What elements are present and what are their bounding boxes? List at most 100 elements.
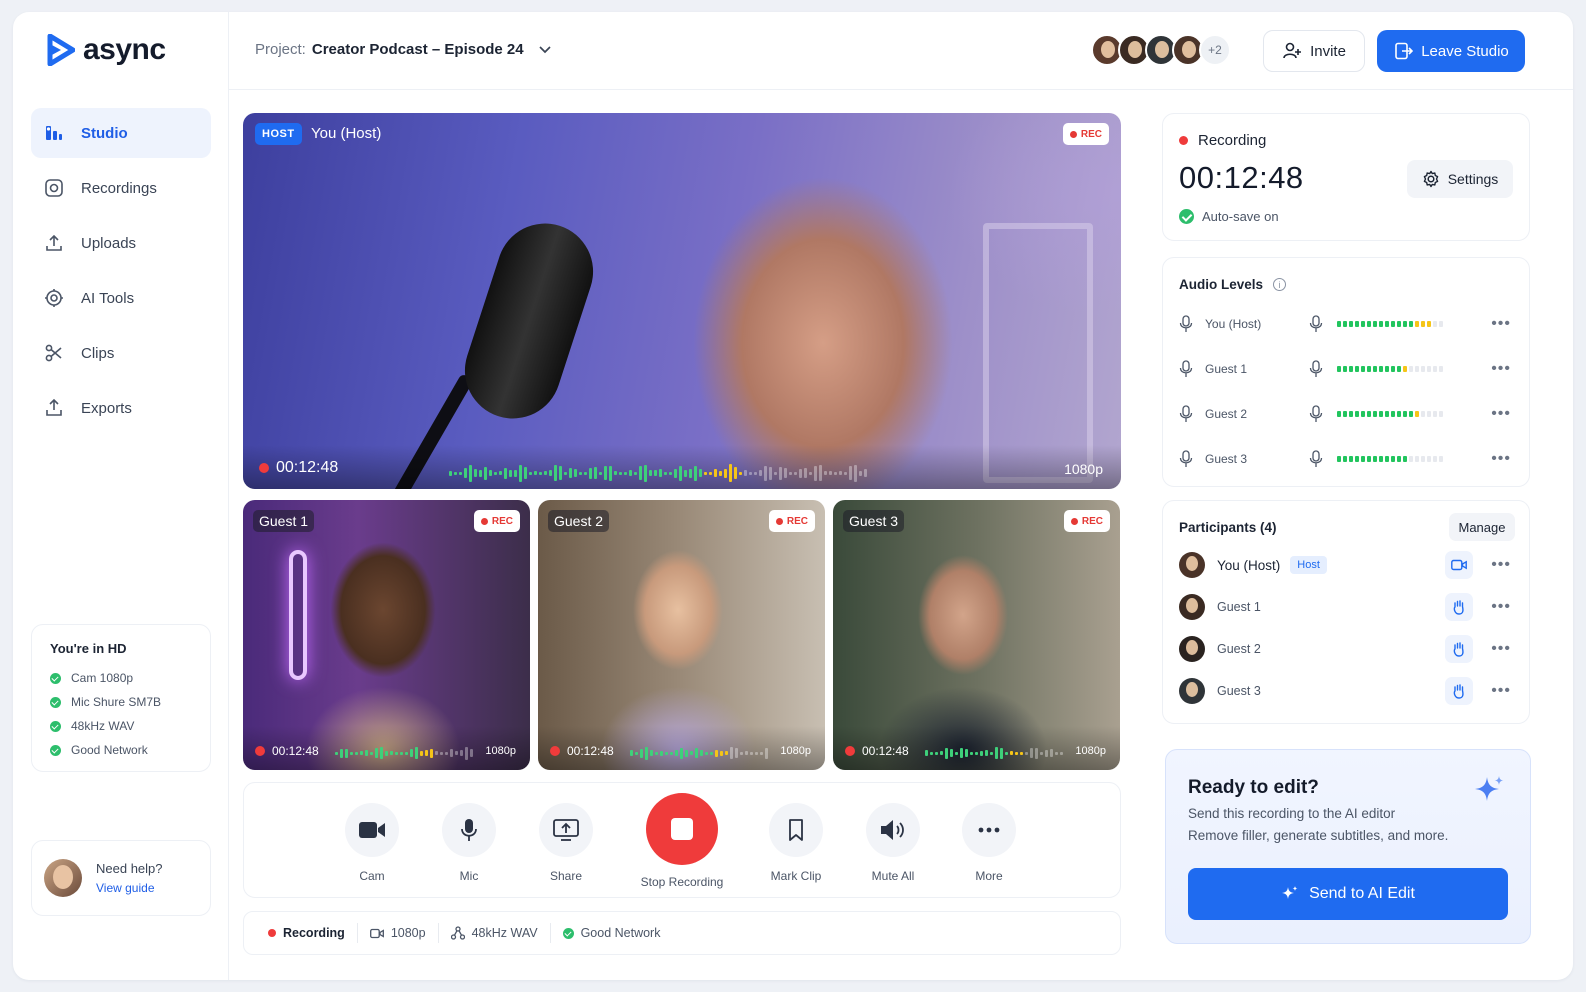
project-selector[interactable]: Project: Creator Podcast – Episode 24 [255, 40, 554, 58]
participants-card: Participants (4) Manage You (Host) Host … [1162, 500, 1530, 724]
audio-level-meter [1337, 456, 1443, 462]
screen-share-icon [553, 819, 579, 841]
audio-row-more-button[interactable]: ••• [1491, 315, 1515, 333]
gear-icon [1423, 170, 1439, 188]
edit-card-title: Ready to edit? [1188, 777, 1319, 798]
audio-level-row: Guest 3 ••• [1179, 447, 1515, 471]
check-icon [50, 696, 61, 708]
invite-label: Invite [1310, 42, 1346, 60]
sidebar-item-studio[interactable]: Studio [31, 108, 211, 158]
audio-row-more-button[interactable]: ••• [1491, 405, 1515, 423]
audio-level-row: Guest 2 ••• [1179, 402, 1515, 426]
audio-row-more-button[interactable]: ••• [1491, 360, 1515, 378]
share-button[interactable]: Share [531, 803, 601, 883]
sidebar-item-ai-tools[interactable]: AI Tools [31, 273, 211, 323]
participant-avatars[interactable]: +2 [1091, 34, 1231, 66]
sidebar-item-uploads[interactable]: Uploads [31, 218, 211, 268]
leave-icon [1395, 42, 1414, 60]
mark-clip-button[interactable]: Mark Clip [761, 803, 831, 883]
avatar [1179, 594, 1205, 620]
hd-item: Good Network [50, 738, 192, 762]
chevron-down-icon [539, 46, 551, 54]
mute-all-button[interactable]: Mute All [858, 803, 928, 883]
rec-badge: REC [768, 510, 815, 532]
more-button[interactable]: More [954, 803, 1024, 883]
status-bar: Recording 1080p 48kHz WAV Good Network [243, 911, 1121, 955]
raise-hand-button[interactable] [1445, 635, 1474, 663]
export-icon [43, 397, 65, 419]
mark-clip-label: Mark Clip [770, 869, 822, 883]
cam-button[interactable]: Cam [337, 803, 407, 883]
microphone-icon[interactable] [1309, 315, 1323, 333]
hd-item-label: 48kHz WAV [71, 719, 135, 733]
stop-icon [671, 818, 693, 840]
sidebar-item-exports[interactable]: Exports [31, 383, 211, 433]
camera-icon [359, 822, 385, 838]
leave-studio-button[interactable]: Leave Studio [1377, 30, 1525, 72]
guest-video-tile[interactable]: Guest 1 REC 00:12:48 1080p [243, 500, 530, 770]
recording-controls: Cam Mic Share Stop Recording Mark Clip M… [243, 782, 1121, 898]
audio-row-more-button[interactable]: ••• [1491, 450, 1515, 468]
guest-name: Guest 1 [253, 510, 315, 532]
guest-video-tile[interactable]: Guest 3 REC 00:12:48 1080p [833, 500, 1120, 770]
microphone-icon[interactable] [1309, 360, 1323, 378]
guest-video-tile[interactable]: Guest 2 REC 00:12:48 1080p [538, 500, 825, 770]
app-logo[interactable]: async [47, 32, 166, 68]
microphone-icon[interactable] [1309, 405, 1323, 423]
neon-light [289, 550, 307, 680]
audio-level-meter [1337, 366, 1443, 372]
audio-level-row: Guest 1 ••• [1179, 357, 1515, 381]
audio-level-meter [1337, 411, 1443, 417]
sidebar-item-label: Recordings [81, 179, 157, 197]
camera-icon [1451, 559, 1468, 571]
hd-item: Mic Shure SM7B [50, 690, 192, 714]
host-video-tile[interactable]: HOST You (Host) REC 00:12:48 1080p [243, 113, 1121, 489]
video-resolution: 1080p [485, 745, 516, 757]
audio-waveform [630, 746, 768, 760]
hd-item-label: Good Network [71, 743, 148, 757]
hand-icon [1453, 684, 1464, 699]
status-video-label: 1080p [390, 926, 426, 940]
raise-hand-button[interactable] [1445, 677, 1474, 705]
add-user-icon [1283, 42, 1302, 59]
sidebar-item-clips[interactable]: Clips [31, 328, 211, 378]
mic-button[interactable]: Mic [434, 803, 504, 883]
more-horizontal-icon [978, 827, 1000, 833]
sidebar-item-recordings[interactable]: Recordings [31, 163, 211, 213]
stop-recording-button[interactable]: Stop Recording [632, 793, 732, 889]
microphone-icon[interactable] [1309, 450, 1323, 468]
participant-more-button[interactable]: ••• [1491, 598, 1515, 616]
settings-button[interactable]: Settings [1407, 160, 1513, 198]
check-circle-icon [1179, 209, 1194, 224]
audio-network-icon [450, 926, 465, 940]
audio-level-name: Guest 2 [1205, 407, 1248, 421]
avatar [1179, 636, 1205, 662]
camera-toggle-button[interactable] [1445, 551, 1474, 579]
status-audio: 48kHz WAV [439, 923, 551, 943]
manage-participants-button[interactable]: Manage [1449, 513, 1515, 541]
bookmark-icon [789, 819, 803, 841]
status-network-label: Good Network [580, 926, 661, 940]
microphone-icon [1179, 405, 1193, 422]
video-timer: 00:12:48 [845, 744, 909, 758]
status-recording: Recording [256, 923, 358, 943]
participant-more-button[interactable]: ••• [1491, 556, 1515, 574]
host-badge: HOST [255, 123, 302, 145]
view-guide-link[interactable]: View guide [96, 881, 163, 895]
video-resolution: 1080p [1075, 745, 1106, 757]
microphone-icon [1179, 315, 1193, 332]
recording-card: Recording 00:12:48 Settings Auto-save on [1162, 113, 1530, 241]
video-resolution: 1080p [780, 745, 811, 757]
participant-more-button[interactable]: ••• [1491, 640, 1515, 658]
send-to-ai-edit-button[interactable]: Send to AI Edit [1188, 868, 1508, 920]
check-icon [562, 927, 574, 939]
settings-label: Settings [1447, 171, 1499, 187]
share-label: Share [549, 869, 583, 883]
raise-hand-button[interactable] [1445, 593, 1474, 621]
hd-item: 48kHz WAV [50, 714, 192, 738]
ai-edit-card: Ready to edit? Send this recording to th… [1165, 749, 1531, 944]
participant-more-button[interactable]: ••• [1491, 682, 1515, 700]
invite-button[interactable]: Invite [1263, 30, 1365, 72]
info-icon[interactable]: i [1273, 278, 1287, 291]
rec-badge: REC [1062, 123, 1109, 145]
